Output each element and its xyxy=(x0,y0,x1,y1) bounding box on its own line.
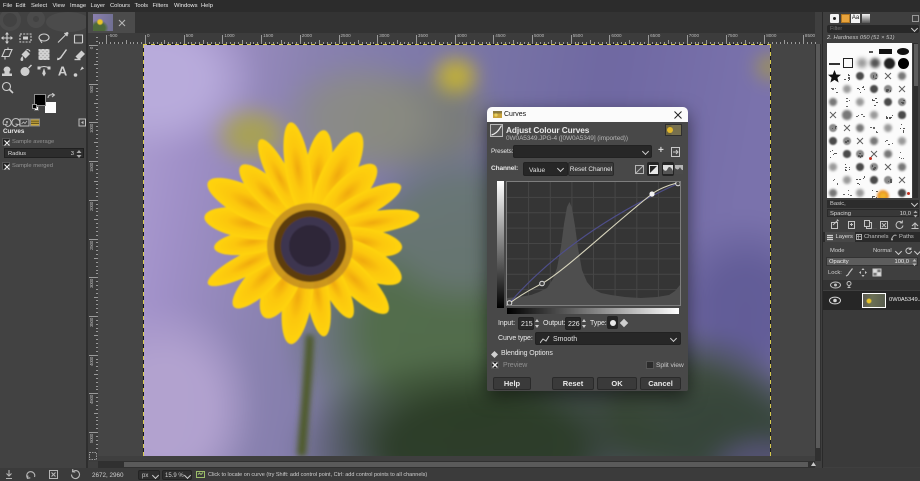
svg-text:A: A xyxy=(58,64,68,79)
